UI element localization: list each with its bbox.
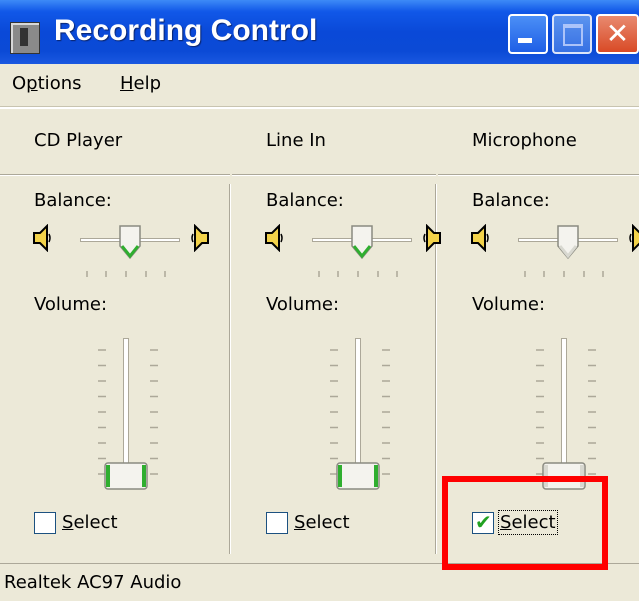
mixer-icon[interactable] bbox=[10, 22, 40, 54]
balance-ticks bbox=[86, 264, 166, 277]
menu-options[interactable]: Options bbox=[12, 73, 82, 94]
maximize-button[interactable] bbox=[552, 14, 592, 54]
speaker-right-icon bbox=[190, 223, 210, 253]
balance-slider-thumb[interactable] bbox=[118, 224, 142, 260]
select-label[interactable]: Select bbox=[294, 512, 350, 533]
close-icon: ✕ bbox=[605, 17, 630, 50]
select-checkbox[interactable] bbox=[266, 512, 288, 534]
balance-label: Balance: bbox=[266, 190, 344, 211]
balance-slider-thumb[interactable] bbox=[556, 224, 580, 260]
speaker-left-icon bbox=[470, 223, 490, 253]
minimize-button[interactable] bbox=[508, 14, 548, 54]
balance-label: Balance: bbox=[472, 190, 550, 211]
volume-label: Volume: bbox=[34, 294, 108, 315]
channel-name: CD Player bbox=[34, 130, 123, 151]
title-bar[interactable]: Recording Control ✕ bbox=[0, 0, 639, 64]
device-name: Realtek AC97 Audio bbox=[4, 572, 182, 593]
channel-name: Line In bbox=[266, 130, 326, 151]
window-title: Recording Control bbox=[54, 14, 318, 47]
select-label[interactable]: Select bbox=[62, 512, 118, 533]
volume-slider-thumb[interactable] bbox=[336, 462, 380, 490]
volume-slider-thumb[interactable] bbox=[104, 462, 148, 490]
close-button[interactable]: ✕ bbox=[596, 14, 639, 54]
balance-slider-thumb[interactable] bbox=[350, 224, 374, 260]
speaker-left-icon bbox=[264, 223, 284, 253]
select-checkbox[interactable] bbox=[34, 512, 56, 534]
volume-label: Volume: bbox=[472, 294, 546, 315]
volume-label: Volume: bbox=[266, 294, 340, 315]
channel-cd-player: CD Player Balance: Volume: Select bbox=[0, 112, 230, 562]
highlight-box bbox=[442, 476, 608, 570]
speaker-left-icon bbox=[32, 223, 52, 253]
menu-bar: Options Help bbox=[0, 64, 639, 107]
speaker-right-icon bbox=[628, 223, 639, 253]
channel-name: Microphone bbox=[472, 130, 577, 151]
balance-ticks bbox=[524, 264, 604, 277]
balance-ticks bbox=[318, 264, 398, 277]
balance-label: Balance: bbox=[34, 190, 112, 211]
menu-help[interactable]: Help bbox=[120, 73, 161, 94]
channel-line-in: Line In Balance: Volume: Select bbox=[232, 112, 441, 562]
